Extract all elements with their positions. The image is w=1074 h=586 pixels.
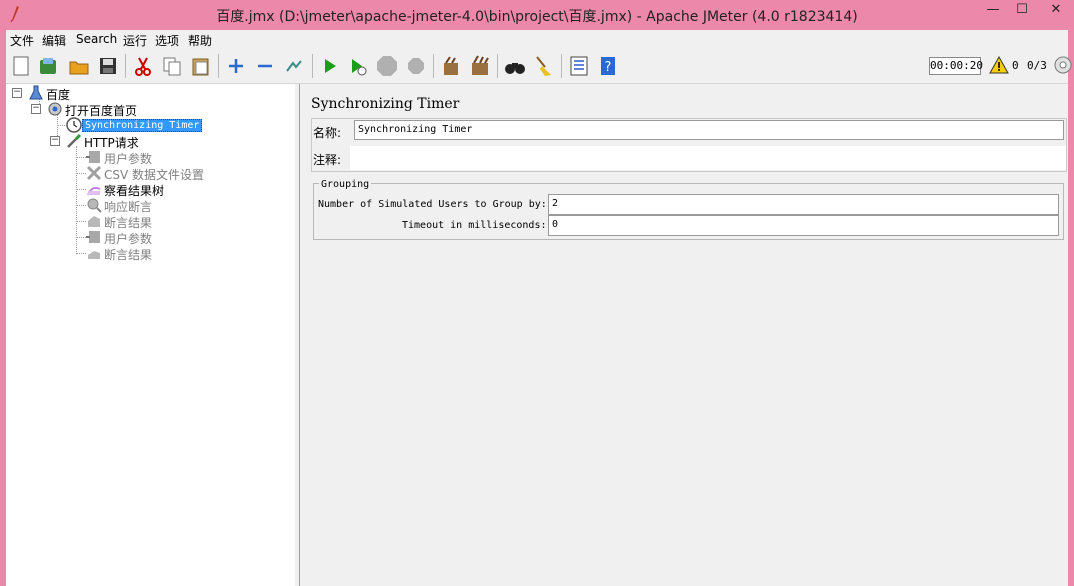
panel-title: Synchronizing Timer [311,96,460,112]
active-threads-count: 0/3 [1027,59,1047,72]
open-folder-icon[interactable] [68,55,90,77]
tree-connector [76,253,86,254]
toggle-icon[interactable] [283,55,305,77]
comment-label: 注释: [313,153,342,167]
grouping-title: Grouping [319,179,372,190]
toolbar-separator [561,54,562,78]
error-count: 0 [1012,59,1019,72]
help-icon[interactable]: ? [597,55,619,77]
window-right-border [1068,30,1074,586]
menu-options[interactable]: 选项 [155,32,179,49]
toolbar-separator [218,54,219,78]
title-bar: 百度.jmx (D:\jmeter\apache-jmeter-4.0\bin\… [0,0,1074,30]
clear-all-icon[interactable] [469,55,491,77]
test-plan-tree: − 百度 − 打开百度首页 Synchronizing Timer − HTTP… [6,84,296,586]
tree-node-label: 用户参数 [104,152,153,166]
templates-icon[interactable] [37,55,59,77]
toolbar-separator [497,54,498,78]
menu-help[interactable]: 帮助 [188,32,212,49]
timer-clock-icon [66,117,82,133]
start-no-pauses-icon[interactable] [347,55,369,77]
collapse-toggle[interactable]: − [50,136,60,146]
users-to-group-label: Number of Simulated Users to Group by: [318,199,547,210]
preprocessor-icon [86,151,100,163]
elapsed-time-display: 00:00:20 [929,57,983,75]
collapse-all-icon[interactable] [254,55,276,77]
test-plan-flask-icon [29,85,43,100]
timeout-label: Timeout in milliseconds: [402,220,547,231]
name-label: 名称: [313,126,342,140]
new-file-icon[interactable] [10,55,32,77]
tree-node-label: 察看结果树 [104,184,165,198]
listener-icon [88,216,100,227]
comment-field[interactable] [350,146,1066,170]
tree-node-label: Synchronizing Timer [82,119,203,132]
tree-connector [76,189,86,190]
toolbar: ? 00:00:20 0 0/3 [6,49,1072,84]
tree-node-label: CSV 数据文件设置 [104,168,205,182]
copy-icon[interactable] [161,55,183,77]
start-icon[interactable] [319,55,341,77]
expand-all-icon[interactable] [225,55,247,77]
tree-connector [76,173,86,174]
toolbar-separator [125,54,126,78]
name-field[interactable]: Synchronizing Timer [354,120,1064,140]
cut-icon[interactable] [132,55,154,77]
minimize-button[interactable]: — [978,0,1008,20]
tree-connector [76,237,86,238]
tree-connector [76,205,86,206]
tree-node-label: 用户参数 [104,232,153,246]
assertion-magnifier-icon [87,198,102,213]
tree-node-label: 断言结果 [104,216,153,230]
clear-icon[interactable] [440,55,462,77]
tree-node-label: 响应断言 [104,200,153,214]
menu-bar: 文件 编辑 Search 运行 选项 帮助 [6,30,1068,49]
timeout-input[interactable]: 0 [548,215,1059,236]
sampler-pipette-icon [67,133,82,148]
save-icon[interactable] [97,55,119,77]
toolbar-separator [312,54,313,78]
preprocessor-icon [86,231,100,243]
status-gear-icon [1054,56,1072,74]
listener-chart-icon [87,186,101,196]
tree-node-label: 断言结果 [104,248,153,262]
menu-file[interactable]: 文件 [10,32,34,49]
paste-icon[interactable] [190,55,212,77]
name-comment-section: 名称: Synchronizing Timer 注释: [311,118,1067,172]
warning-icon[interactable] [989,56,1009,74]
collapse-toggle[interactable]: − [31,104,41,114]
maximize-button[interactable]: ☐ [1007,0,1037,20]
svg-text:?: ? [605,60,612,75]
thread-group-gear-icon [48,102,62,116]
window-title: 百度.jmx (D:\jmeter\apache-jmeter-4.0\bin\… [216,9,858,25]
config-wrench-icon [86,165,102,181]
stop-icon[interactable] [376,55,398,77]
menu-edit[interactable]: 编辑 [42,32,66,49]
menu-run[interactable]: 运行 [123,32,147,49]
function-helper-list-icon[interactable] [568,55,590,77]
grouping-fieldset: Grouping Number of Simulated Users to Gr… [313,179,1064,240]
collapse-toggle[interactable]: − [12,88,22,98]
menu-search[interactable]: Search [76,32,117,46]
shutdown-icon[interactable] [405,55,427,77]
timer-config-panel: Synchronizing Timer 名称: Synchronizing Ti… [300,84,1068,586]
tree-connector [76,221,86,222]
toolbar-separator [433,54,434,78]
users-to-group-input[interactable]: 2 [548,194,1059,215]
search-binoculars-icon[interactable] [504,55,526,77]
listener-icon [88,251,100,259]
reset-search-broom-icon[interactable] [533,55,555,77]
tree-connector [76,157,86,158]
close-button[interactable]: ✕ [1038,0,1074,20]
